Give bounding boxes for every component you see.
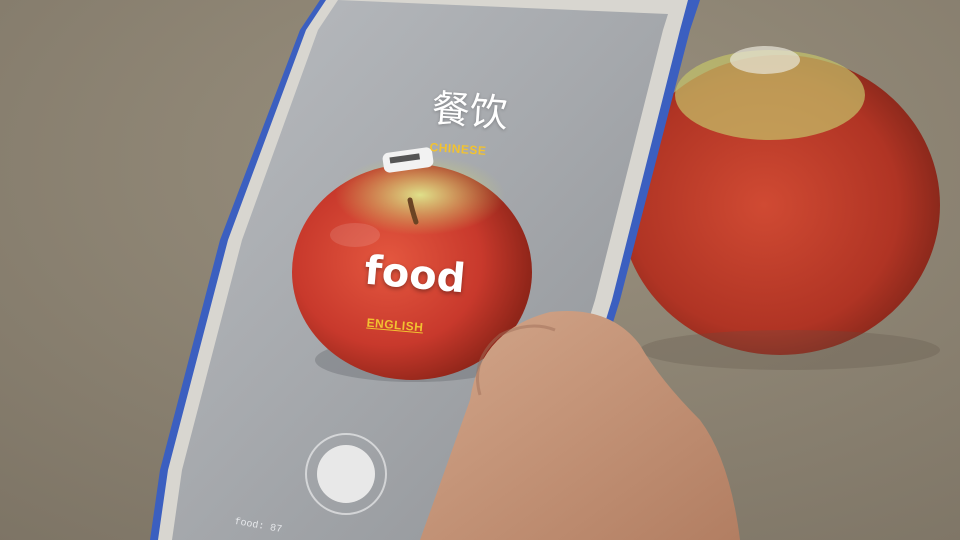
source-word: food	[362, 247, 468, 303]
target-word: 餐饮	[430, 86, 510, 136]
detection-caption: food: 87	[233, 516, 283, 537]
ar-overlay: 餐饮 CHINESE food ENGLISH food: 87	[0, 0, 960, 540]
target-language-label[interactable]: CHINESE	[423, 140, 494, 159]
source-language-label[interactable]: ENGLISH	[360, 315, 431, 335]
shutter-button[interactable]	[305, 433, 387, 515]
circle-shutter-icon	[317, 445, 375, 503]
